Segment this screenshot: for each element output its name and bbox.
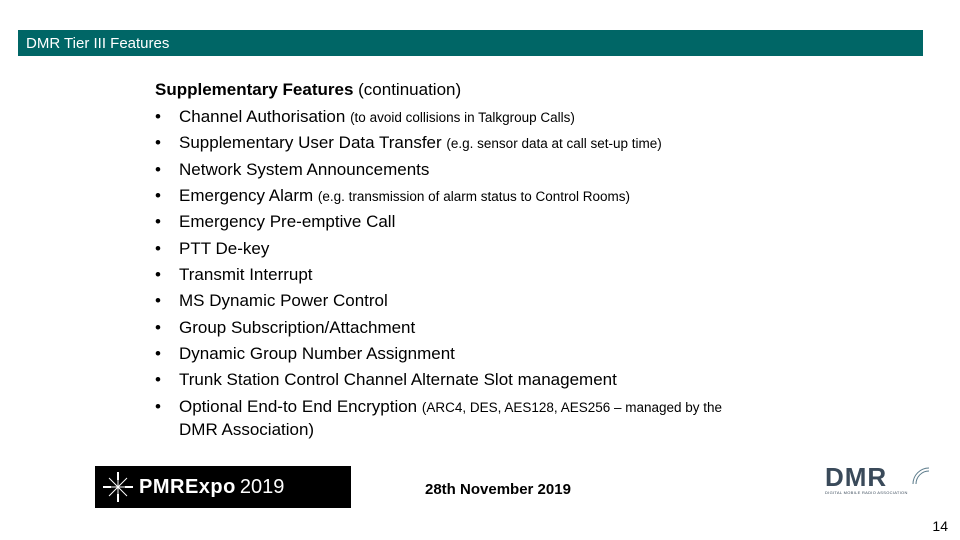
list-item-text: Dynamic Group Number Assignment bbox=[179, 341, 925, 367]
list-item: •Optional End-to End Encryption (ARC4, D… bbox=[155, 394, 925, 420]
bullet-dot-icon: • bbox=[155, 262, 179, 288]
list-item-text: Transmit Interrupt bbox=[179, 262, 925, 288]
list-item: •Channel Authorisation (to avoid collisi… bbox=[155, 104, 925, 130]
list-item: •Emergency Alarm (e.g. transmission of a… bbox=[155, 183, 925, 209]
spark-icon bbox=[103, 472, 133, 502]
list-item-text: Optional End-to End Encryption (ARC4, DE… bbox=[179, 394, 925, 420]
list-item-main: Transmit Interrupt bbox=[179, 265, 313, 284]
bullet-dot-icon: • bbox=[155, 315, 179, 341]
bullet-dot-icon: • bbox=[155, 209, 179, 235]
page-number: 14 bbox=[932, 518, 948, 534]
bullet-dot-icon: • bbox=[155, 183, 179, 209]
footer-date: 28th November 2019 bbox=[425, 481, 571, 498]
list-item-text: PTT De-key bbox=[179, 236, 925, 262]
trailing-line: DMR Association) bbox=[179, 420, 925, 440]
arc-icon bbox=[911, 466, 931, 486]
list-item-text: Emergency Pre-emptive Call bbox=[179, 209, 925, 235]
list-item: •Trunk Station Control Channel Alternate… bbox=[155, 367, 925, 393]
bullet-dot-icon: • bbox=[155, 157, 179, 183]
list-item-text: Channel Authorisation (to avoid collisio… bbox=[179, 104, 925, 130]
heading-rest: (continuation) bbox=[353, 80, 461, 99]
header-title: DMR Tier III Features bbox=[26, 35, 169, 52]
list-item-text: Emergency Alarm (e.g. transmission of al… bbox=[179, 183, 925, 209]
list-item-main: Emergency Pre-emptive Call bbox=[179, 212, 395, 231]
bullet-dot-icon: • bbox=[155, 288, 179, 314]
list-item-main: MS Dynamic Power Control bbox=[179, 291, 388, 310]
bullet-dot-icon: • bbox=[155, 394, 179, 420]
bullet-dot-icon: • bbox=[155, 367, 179, 393]
list-item-main: Supplementary User Data Transfer bbox=[179, 133, 446, 152]
footer: PMRExpo 2019 28th November 2019 DMR DIGI… bbox=[0, 458, 960, 508]
list-item-text: MS Dynamic Power Control bbox=[179, 288, 925, 314]
list-item-note: (e.g. sensor data at call set-up time) bbox=[446, 136, 661, 151]
list-item: •Transmit Interrupt bbox=[155, 262, 925, 288]
content-area: Supplementary Features (continuation) •C… bbox=[155, 80, 925, 440]
bullet-dot-icon: • bbox=[155, 236, 179, 262]
list-item-text: Supplementary User Data Transfer (e.g. s… bbox=[179, 130, 925, 156]
list-item-main: Dynamic Group Number Assignment bbox=[179, 344, 455, 363]
dmr-logo-big: DMR bbox=[825, 464, 925, 490]
list-item: •Network System Announcements bbox=[155, 157, 925, 183]
list-item: •Supplementary User Data Transfer (e.g. … bbox=[155, 130, 925, 156]
list-item: •PTT De-key bbox=[155, 236, 925, 262]
dmr-logo: DMR DIGITAL MOBILE RADIO ASSOCIATION bbox=[825, 464, 925, 506]
list-item-note: (to avoid collisions in Talkgroup Calls) bbox=[350, 110, 575, 125]
list-item-note: (e.g. transmission of alarm status to Co… bbox=[318, 189, 630, 204]
list-item: •MS Dynamic Power Control bbox=[155, 288, 925, 314]
bullet-dot-icon: • bbox=[155, 341, 179, 367]
dmr-logo-small: DIGITAL MOBILE RADIO ASSOCIATION bbox=[825, 490, 925, 495]
heading: Supplementary Features (continuation) bbox=[155, 80, 925, 100]
pmrexpo-logo: PMRExpo 2019 bbox=[95, 466, 351, 508]
list-item-main: Trunk Station Control Channel Alternate … bbox=[179, 370, 617, 389]
list-item-text: Group Subscription/Attachment bbox=[179, 315, 925, 341]
list-item-note: (ARC4, DES, AES128, AES256 – managed by … bbox=[422, 400, 722, 415]
bullet-dot-icon: • bbox=[155, 130, 179, 156]
pmr-logo-text-year: 2019 bbox=[240, 476, 285, 499]
list-item-main: Optional End-to End Encryption bbox=[179, 397, 422, 416]
list-item-main: Group Subscription/Attachment bbox=[179, 318, 415, 337]
list-item-main: Network System Announcements bbox=[179, 160, 429, 179]
list-item-main: Emergency Alarm bbox=[179, 186, 318, 205]
list-item-main: PTT De-key bbox=[179, 239, 269, 258]
bullet-list: •Channel Authorisation (to avoid collisi… bbox=[155, 104, 925, 420]
pmr-logo-text-bold: PMRExpo bbox=[139, 476, 236, 499]
list-item: •Emergency Pre-emptive Call bbox=[155, 209, 925, 235]
list-item-main: Channel Authorisation bbox=[179, 107, 350, 126]
heading-bold: Supplementary Features bbox=[155, 80, 353, 99]
bullet-dot-icon: • bbox=[155, 104, 179, 130]
list-item-text: Trunk Station Control Channel Alternate … bbox=[179, 367, 925, 393]
list-item: •Dynamic Group Number Assignment bbox=[155, 341, 925, 367]
header-bar: DMR Tier III Features bbox=[18, 30, 923, 56]
list-item-text: Network System Announcements bbox=[179, 157, 925, 183]
list-item: •Group Subscription/Attachment bbox=[155, 315, 925, 341]
